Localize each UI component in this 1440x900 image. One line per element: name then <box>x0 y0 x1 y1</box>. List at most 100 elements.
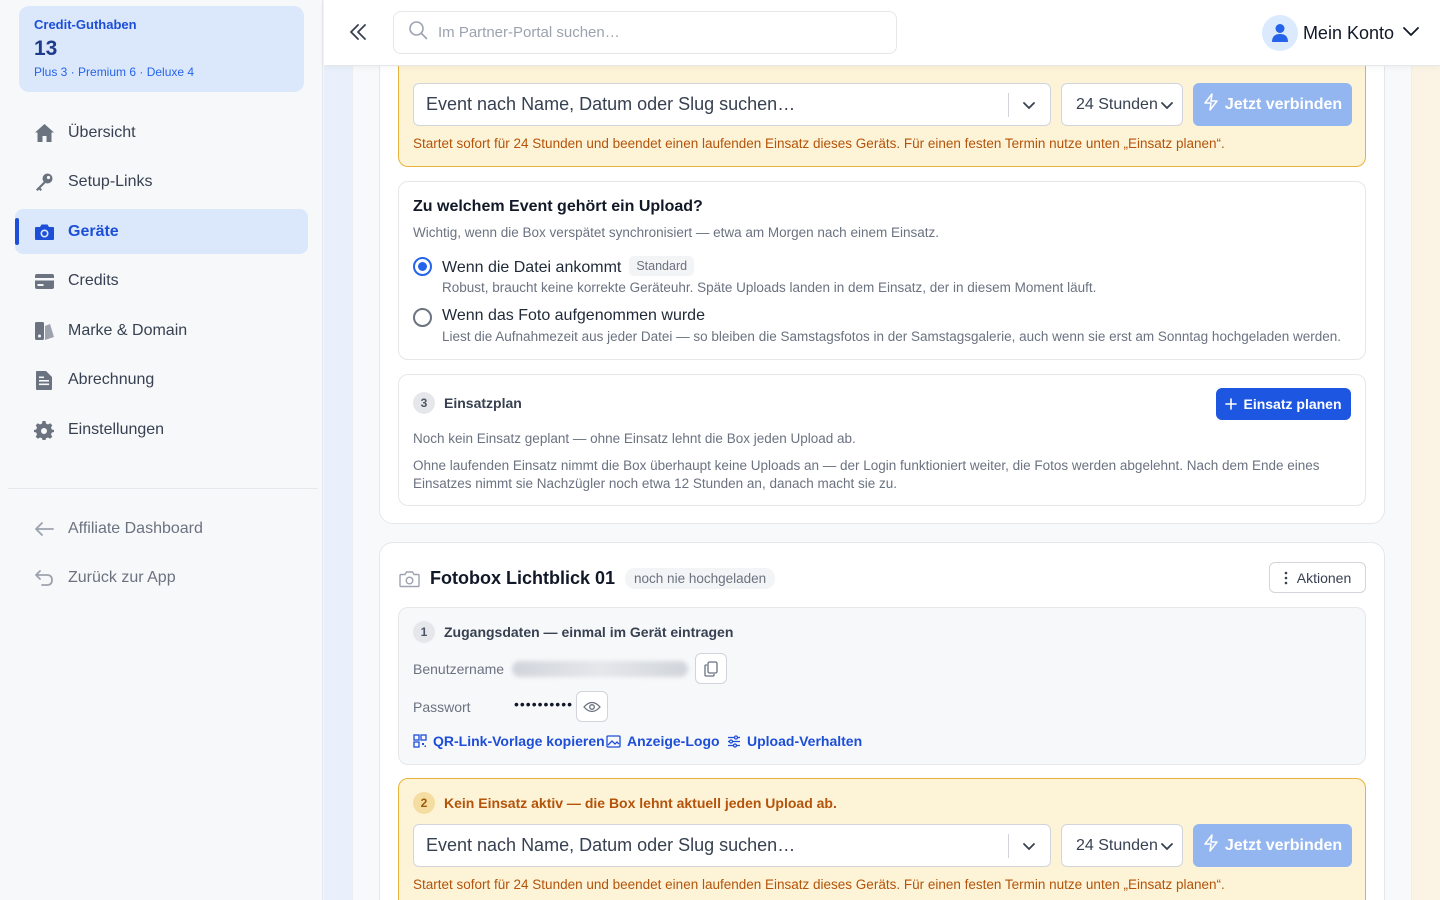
search-input[interactable]: Im Partner-Portal suchen… <box>393 11 897 54</box>
sidebar-item-brand-domain[interactable]: Marke & Domain <box>15 308 308 353</box>
username-value <box>512 661 688 677</box>
upload-assignment-subtitle: Wichtig, wenn die Box verspätet synchron… <box>413 225 939 240</box>
bolt-icon <box>1203 93 1225 116</box>
warning-title: Kein Einsatz aktiv — die Box lehnt aktue… <box>444 795 837 811</box>
event-search-placeholder: Event nach Name, Datum oder Slug suchen… <box>426 94 796 114</box>
sidebar: Credit-Guthaben 13 Plus 3 · Premium 6 · … <box>0 0 323 900</box>
device-card: Fotobox Lichtblick 01 noch nie hochgelad… <box>379 542 1385 900</box>
bolt-icon <box>1203 834 1225 857</box>
sliders-icon <box>727 734 747 748</box>
card-icon <box>33 270 55 292</box>
sidebar-item-label: Marke & Domain <box>68 321 188 339</box>
sidebar-item-devices[interactable]: Geräte <box>15 209 308 254</box>
device-status-badge: noch nie hochgeladen <box>625 568 776 589</box>
link-label: QR-Link-Vorlage kopieren <box>433 733 605 749</box>
sidebar-item-label: Abrechnung <box>68 371 155 388</box>
credit-breakdown: Plus 3 · Premium 6 · Deluxe 4 <box>34 65 195 79</box>
copy-username-button[interactable] <box>695 653 727 684</box>
search-placeholder: Im Partner-Portal suchen… <box>438 24 620 41</box>
gear-icon <box>33 419 55 441</box>
sidebar-item-billing[interactable]: Abrechnung <box>15 358 308 403</box>
sidebar-secondary-nav: Affiliate Dashboard Zurück zur App <box>15 506 308 605</box>
sidebar-item-setup-links[interactable]: Setup-Links <box>15 160 308 205</box>
undo-icon <box>33 567 55 589</box>
credit-balance-card[interactable]: Credit-Guthaben 13 Plus 3 · Premium 6 · … <box>19 6 304 92</box>
connect-hint: Startet sofort für 24 Stunden und beende… <box>413 877 1225 892</box>
sidebar-item-affiliate-dashboard[interactable]: Affiliate Dashboard <box>15 506 308 551</box>
connect-event-step: Event nach Name, Datum oder Slug suchen…… <box>398 66 1366 167</box>
connect-now-button[interactable]: Jetzt verbinden <box>1193 824 1352 867</box>
radio-on-capture[interactable] <box>413 308 432 327</box>
actions-button[interactable]: Aktionen <box>1269 562 1366 593</box>
sidebar-item-label: Übersicht <box>68 123 136 141</box>
event-search-select[interactable]: Event nach Name, Datum oder Slug suchen… <box>413 824 1051 867</box>
camera-outline-icon <box>399 570 420 588</box>
document-icon <box>33 369 55 391</box>
camera-icon <box>33 221 55 243</box>
sidebar-item-label: Zurück zur App <box>68 569 176 586</box>
standard-badge: Standard <box>629 256 695 276</box>
schedule-title: Einsatzplan <box>444 395 522 411</box>
sidebar-nav: Übersicht Setup-Links Geräte Credits Mar… <box>15 110 308 457</box>
sidebar-item-back-to-app[interactable]: Zurück zur App <box>15 556 308 601</box>
sidebar-item-label: Setup-Links <box>68 173 153 190</box>
sidebar-item-overview[interactable]: Übersicht <box>15 110 308 155</box>
connect-now-button[interactable]: Jetzt verbinden <box>1193 83 1352 126</box>
radio-on-arrival[interactable] <box>413 257 432 276</box>
account-menu[interactable]: Mein Konto <box>1261 15 1420 51</box>
search-icon <box>408 20 428 45</box>
copy-icon <box>704 660 718 677</box>
upload-behavior-link[interactable]: Upload-Verhalten <box>727 733 862 749</box>
link-label: Anzeige-Logo <box>627 733 720 749</box>
credentials-header: 1 Zugangsdaten — einmal im Gerät eintrag… <box>413 621 733 643</box>
qr-code-icon <box>413 734 433 748</box>
arrow-left-icon <box>33 518 55 540</box>
collapse-sidebar-icon[interactable] <box>346 20 370 44</box>
show-password-button[interactable] <box>576 691 608 722</box>
schedule-header: 3 Einsatzplan <box>413 392 522 414</box>
chevron-down-icon <box>1402 24 1420 42</box>
display-logo-link[interactable]: Anzeige-Logo <box>606 733 720 749</box>
plan-deployment-button[interactable]: Einsatz planen <box>1216 388 1351 420</box>
schedule-section: 3 Einsatzplan Einsatz planen Noch kein E… <box>398 374 1366 506</box>
connect-now-label: Jetzt verbinden <box>1224 95 1343 113</box>
eye-icon <box>583 701 601 713</box>
home-icon <box>33 122 55 144</box>
duration-value: 24 Stunden <box>1076 95 1158 113</box>
credentials-section: 1 Zugangsdaten — einmal im Gerät eintrag… <box>398 607 1366 765</box>
account-label: Mein Konto <box>1302 22 1394 43</box>
credit-value: 13 <box>34 37 58 60</box>
avatar <box>1261 15 1298 51</box>
step-number: 2 <box>413 792 435 814</box>
duration-select[interactable]: 24 Stunden <box>1061 83 1183 126</box>
event-search-placeholder: Event nach Name, Datum oder Slug suchen… <box>426 835 796 855</box>
duration-select[interactable]: 24 Stunden <box>1061 824 1183 867</box>
plus-icon <box>1225 398 1238 410</box>
image-icon <box>606 734 627 748</box>
credentials-title: Zugangsdaten — einmal im Gerät eintragen <box>444 624 734 640</box>
chevron-down-icon <box>1160 98 1174 117</box>
schedule-info-line: Ohne laufenden Einsatz nimmt die Box übe… <box>413 458 1320 473</box>
credit-label: Credit-Guthaben <box>34 17 137 32</box>
sidebar-item-settings[interactable]: Einstellungen <box>15 407 308 452</box>
device-name: Fotobox Lichtblick 01 <box>430 568 616 588</box>
main-content: Event nach Name, Datum oder Slug suchen…… <box>324 66 1440 900</box>
option-label: Wenn die Datei ankommt <box>442 259 622 276</box>
chevron-down-icon <box>1160 839 1174 858</box>
warning-header: 2 Kein Einsatz aktiv — die Box lehnt akt… <box>413 792 837 814</box>
sidebar-item-credits[interactable]: Credits <box>15 259 308 304</box>
option-description: Liest die Aufnahmezeit aus jeder Datei —… <box>442 329 1342 344</box>
event-search-select[interactable]: Event nach Name, Datum oder Slug suchen… <box>413 83 1051 126</box>
connect-now-label: Jetzt verbinden <box>1224 836 1343 854</box>
username-label: Benutzername <box>413 661 505 677</box>
option-on-arrival: Wenn die Datei ankommt Standard <box>442 256 695 277</box>
sidebar-item-label: Geräte <box>68 222 119 240</box>
brand-icon <box>33 320 55 342</box>
device-card: Event nach Name, Datum oder Slug suchen…… <box>379 66 1385 524</box>
step-number: 1 <box>413 621 435 643</box>
upload-assignment-title: Zu welchem Event gehört ein Upload? <box>413 198 703 215</box>
copy-qr-template-link[interactable]: QR-Link-Vorlage kopieren <box>413 733 605 749</box>
sidebar-divider <box>8 488 318 489</box>
connect-event-step: 2 Kein Einsatz aktiv — die Box lehnt akt… <box>398 778 1366 900</box>
password-value: •••••••••• <box>514 696 574 712</box>
